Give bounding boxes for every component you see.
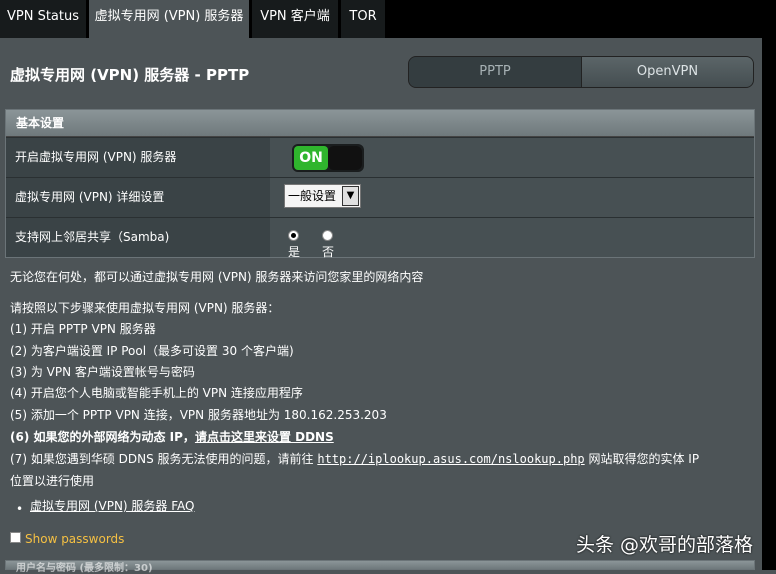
tab-vpn-server[interactable]: 虚拟专用网 (VPN) 服务器	[89, 0, 249, 38]
toggle-knob	[328, 146, 362, 170]
row-enable-vpn: 开启虚拟专用网 (VPN) 服务器 ON	[6, 137, 754, 177]
row-vpn-detail: 虚拟专用网 (VPN) 详细设置 一般设置 ▼	[6, 177, 754, 217]
samba-no-label: 否	[322, 245, 335, 259]
show-passwords-checkbox[interactable]	[10, 532, 21, 543]
step-7-suffix: 网站取得您的实体 IP	[584, 452, 700, 466]
samba-no-radio[interactable]	[322, 230, 333, 241]
intro-text: 无论您在何处，都可以通过虚拟专用网 (VPN) 服务器来访问您家里的网络内容	[10, 270, 424, 284]
tab-bar: VPN Status 虚拟专用网 (VPN) 服务器 VPN 客户端 TOR	[0, 0, 776, 38]
basic-settings-table: 基本设置 开启虚拟专用网 (VPN) 服务器 ON 虚拟专用网 (VPN) 详细…	[5, 109, 755, 260]
vpn-detail-select[interactable]: 一般设置 ▼	[284, 184, 361, 208]
faq-link[interactable]: 虚拟专用网 (VPN) 服务器 FAQ	[30, 497, 194, 514]
right-scroll-strip	[762, 0, 776, 570]
show-passwords-label[interactable]: Show passwords	[25, 532, 124, 546]
step-2: (2) 为客户端设置 IP Pool（最多可设置 30 个客户端)	[10, 344, 294, 358]
faq-bullet: •	[16, 502, 24, 516]
page-title: 虚拟专用网 (VPN) 服务器 - PPTP	[10, 66, 250, 84]
tab-vpn-status[interactable]: VPN Status	[0, 0, 86, 38]
watermark: 头条 @欢哥的部落格	[576, 534, 754, 556]
step-1: (1) 开启 PPTP VPN 服务器	[10, 322, 156, 336]
vpn-detail-selected: 一般设置	[288, 189, 337, 203]
pptp-button[interactable]: PPTP	[409, 57, 582, 87]
step-6-text: (6) 如果您的外部网络为动态 IP，	[10, 430, 195, 444]
step-7: (7) 如果您遇到华硕 DDNS 服务无法使用的问题，请前往 http://ip…	[10, 450, 699, 467]
enable-vpn-label: 开启虚拟专用网 (VPN) 服务器	[6, 138, 270, 177]
chevron-down-icon: ▼	[342, 186, 359, 206]
step-6: (6) 如果您的外部网络为动态 IP，请点击这里来设置 DDNS	[10, 428, 334, 445]
openvpn-button[interactable]: OpenVPN	[582, 57, 753, 87]
ddns-link[interactable]: 请点击这里来设置 DDNS	[195, 430, 334, 444]
samba-label: 支持网上邻居共享（Samba)	[6, 218, 270, 257]
samba-no-option[interactable]: 否	[322, 229, 334, 260]
step-7-text: (7) 如果您遇到华硕 DDNS 服务无法使用的问题，请前往	[10, 452, 318, 466]
step-4: (4) 开启您个人电脑或智能手机上的 VPN 连接应用程序	[10, 386, 303, 400]
table-header: 基本设置	[6, 110, 754, 137]
samba-yes-option[interactable]: 是	[288, 229, 300, 260]
toggle-on-label: ON	[294, 146, 328, 170]
steps-title: 请按照以下步骤来使用虚拟专用网 (VPN) 服务器：	[10, 301, 280, 315]
step-7-continued: 位置以进行使用	[10, 474, 95, 488]
user-password-section-header: 用户名与密码 (最多限制：30)	[5, 560, 755, 574]
user-password-header-text: 用户名与密码 (最多限制：30)	[16, 563, 153, 574]
step-3: (3) 为 VPN 客户端设置帐号与密码	[10, 365, 195, 379]
iplookup-link[interactable]: http://iplookup.asus.com/nslookup.php	[317, 452, 584, 466]
tab-tor[interactable]: TOR	[341, 0, 385, 38]
tab-vpn-client[interactable]: VPN 客户端	[252, 0, 338, 38]
vpn-server-toggle[interactable]: ON	[292, 144, 364, 172]
samba-yes-radio[interactable]	[288, 230, 299, 241]
samba-yes-label: 是	[288, 245, 301, 259]
vpn-detail-label: 虚拟专用网 (VPN) 详细设置	[6, 178, 270, 217]
protocol-switch: PPTP OpenVPN	[408, 56, 754, 88]
step-5: (5) 添加一个 PPTP VPN 连接，VPN 服务器地址为 180.162.…	[10, 408, 387, 422]
row-samba: 支持网上邻居共享（Samba) 是 否	[6, 217, 754, 260]
